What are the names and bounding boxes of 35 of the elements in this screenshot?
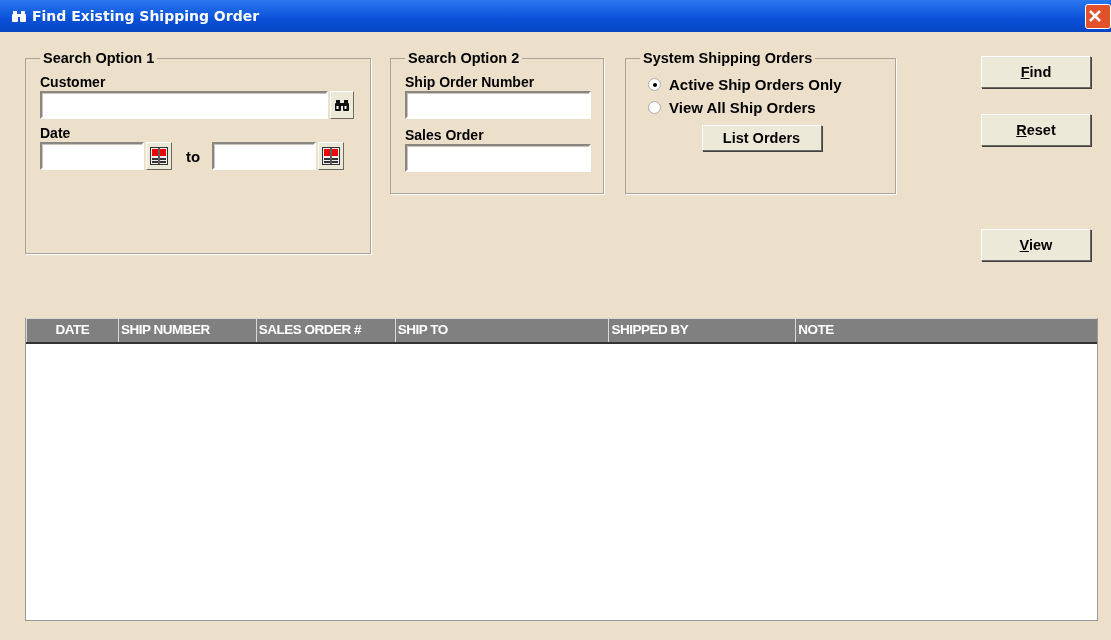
close-icon: [1089, 10, 1101, 22]
column-header[interactable]: SALES ORDER #: [255, 318, 395, 342]
field-label: Customer: [40, 74, 107, 90]
column-header[interactable]: SHIP NUMBER: [117, 318, 256, 342]
radio-button[interactable]: View All Ship Orders: [648, 99, 883, 116]
field-label: Sales Order: [405, 127, 485, 143]
date-field[interactable]: [212, 142, 317, 170]
action-button[interactable]: View: [981, 229, 1091, 261]
field-label: Ship Order Number: [405, 74, 536, 90]
calendar-icon: [150, 147, 168, 165]
date-field[interactable]: [40, 142, 144, 170]
window-title: Find Existing Shipping Order: [32, 8, 261, 24]
action-button[interactable]: Reset: [981, 114, 1091, 146]
calendar-button[interactable]: [146, 142, 172, 170]
binoculars-icon: [335, 99, 349, 111]
text-field[interactable]: [405, 91, 591, 119]
column-header[interactable]: NOTE: [795, 318, 1097, 342]
customer-field[interactable]: [40, 91, 328, 119]
group-title: System Shipping Orders: [642, 50, 814, 66]
list-orders-button[interactable]: List Orders: [701, 125, 822, 151]
window-icon: [12, 10, 26, 22]
radio-button[interactable]: Active Ship Orders Only: [648, 76, 883, 93]
action-button[interactable]: Find: [981, 56, 1091, 88]
column-header[interactable]: DATE: [26, 318, 118, 342]
group-title: Search Option 1: [42, 50, 156, 66]
text-field[interactable]: [405, 144, 591, 172]
column-header[interactable]: SHIP TO: [394, 318, 609, 342]
column-header[interactable]: SHIPPED BY: [608, 318, 796, 342]
calendar-button[interactable]: [318, 142, 345, 170]
search-button[interactable]: [330, 91, 354, 119]
field-label: Date: [40, 125, 72, 141]
close-button[interactable]: [1085, 3, 1111, 29]
date-separator: to: [186, 147, 201, 165]
calendar-icon: [322, 147, 341, 165]
group-title: Search Option 2: [407, 50, 521, 66]
